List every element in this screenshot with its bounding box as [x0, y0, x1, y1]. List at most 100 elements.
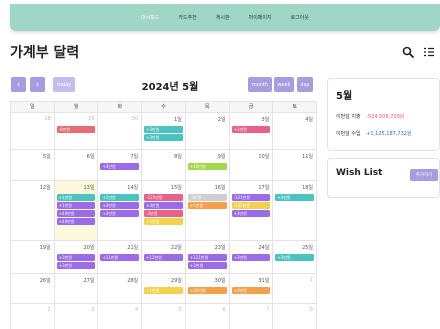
- day-cell[interactable]: 18일 +3만원: [273, 181, 318, 240]
- day-cell[interactable]: 15일 -121만원 +3만원 -3만원 +2만원: [142, 181, 186, 240]
- calendar-event[interactable]: +3만원: [231, 287, 271, 294]
- day-cell[interactable]: 29일 +1만원: [142, 274, 186, 303]
- calendar-event[interactable]: +2만원: [144, 218, 183, 225]
- nav-item-logout[interactable]: 로그아웃: [291, 14, 309, 21]
- day-cell[interactable]: 7: [230, 304, 274, 329]
- day-cell[interactable]: 5: [142, 304, 186, 329]
- calendar-event[interactable]: +3만원: [231, 210, 271, 217]
- calendar-event[interactable]: +1만원: [187, 202, 227, 209]
- day-cell[interactable]: 5일: [11, 150, 55, 180]
- day-cell[interactable]: 12일: [11, 181, 55, 240]
- calendar-event[interactable]: +3만원: [187, 262, 227, 269]
- day-cell[interactable]: 22일 +12만원: [142, 241, 186, 273]
- day-number: 3: [91, 307, 95, 313]
- week-view-button[interactable]: week: [274, 77, 294, 92]
- day-cell[interactable]: 13일 +1만원 +1만원 +44만원 +44만원: [54, 181, 99, 240]
- calendar-event[interactable]: +3만원: [100, 163, 140, 170]
- day-cell[interactable]: 2일: [186, 113, 230, 149]
- day-number: 16일: [214, 185, 226, 191]
- next-month-button[interactable]: ›: [30, 77, 45, 92]
- today-button[interactable]: today: [53, 77, 75, 92]
- day-cell[interactable]: 27일: [55, 274, 99, 303]
- event-list: -121만원 +3만원 -3만원 +2만원: [144, 194, 183, 225]
- day-view-button[interactable]: day: [297, 77, 313, 92]
- calendar-event[interactable]: +1만원: [56, 194, 96, 201]
- day-cell[interactable]: 6: [186, 304, 230, 329]
- calendar-event[interactable]: +1만원: [231, 126, 271, 133]
- calendar-event[interactable]: +121만원: [187, 254, 227, 261]
- day-number: 22일: [170, 245, 182, 251]
- wishlist-add-button[interactable]: 추가하기: [410, 169, 438, 181]
- income-value: +1,125,187,732원: [366, 131, 412, 137]
- day-cell[interactable]: 20일 +3만원 +3만원: [55, 241, 99, 273]
- day-cell[interactable]: 30일 +25만원: [186, 274, 230, 303]
- calendar-event[interactable]: +3만원: [275, 194, 315, 201]
- day-cell[interactable]: 16일 -3만원 +1만원: [186, 181, 230, 240]
- day-cell[interactable]: 2: [11, 304, 55, 329]
- day-cell[interactable]: 21일 +11만원: [98, 241, 143, 273]
- calendar-event[interactable]: +3만원: [231, 254, 271, 261]
- list-icon[interactable]: [423, 46, 435, 58]
- search-icon[interactable]: [402, 46, 414, 58]
- calendar-event[interactable]: +3만원: [144, 134, 183, 141]
- calendar-event[interactable]: +25만원: [187, 287, 227, 294]
- calendar-event[interactable]: +3만원: [144, 126, 183, 133]
- calendar-event[interactable]: +3만원: [56, 262, 96, 269]
- calendar-event[interactable]: +1만원: [56, 202, 96, 209]
- day-cell[interactable]: 8일: [142, 150, 186, 180]
- day-cell[interactable]: 14일 +1만원 +3만원 +3만원: [98, 181, 143, 240]
- nav-item-board[interactable]: 게시판: [216, 14, 230, 21]
- calendar-event[interactable]: +3만원: [100, 202, 140, 209]
- day-cell[interactable]: 29 -8만원: [55, 113, 99, 149]
- calendar-event[interactable]: +11만원: [100, 254, 140, 261]
- day-cell[interactable]: 7일 +3만원: [98, 150, 143, 180]
- day-cell[interactable]: 28일: [98, 274, 143, 303]
- day-cell[interactable]: 9일 +10만원: [186, 150, 230, 180]
- day-cell[interactable]: 1: [273, 274, 318, 303]
- day-cell[interactable]: 6일: [55, 150, 99, 180]
- day-cell[interactable]: 19일: [11, 241, 55, 273]
- calendar-event[interactable]: -8만원: [56, 126, 96, 133]
- day-cell[interactable]: 31일 +3만원: [230, 274, 274, 303]
- day-cell[interactable]: 30: [98, 113, 143, 149]
- calendar-event[interactable]: +44만원: [56, 218, 96, 225]
- day-cell[interactable]: 11일: [273, 150, 318, 180]
- calendar-event[interactable]: +3만원: [275, 254, 315, 261]
- day-number: 8일: [174, 154, 182, 160]
- day-cell[interactable]: 10일: [230, 150, 274, 180]
- calendar-event[interactable]: +3만원: [144, 202, 183, 209]
- nav-item-card-recommend[interactable]: 카드추천: [178, 14, 196, 21]
- calendar-event[interactable]: +1만원: [144, 287, 183, 294]
- month-view-button[interactable]: month: [248, 77, 272, 92]
- calendar-event[interactable]: +12만원: [144, 254, 183, 261]
- day-cell[interactable]: 23일 +121만원 +3만원: [186, 241, 230, 273]
- day-number: 7일: [130, 154, 139, 160]
- calendar-event[interactable]: +10만원: [187, 163, 227, 170]
- calendar-event[interactable]: -121만원: [231, 194, 271, 201]
- calendar-event[interactable]: -121만원: [144, 194, 183, 201]
- day-cell[interactable]: 24일 +3만원: [230, 241, 274, 273]
- week-row: 12일 13일 +1만원 +1만원 +44만원 +44만원 14일 +1만원 +3만원 +3만원 1…: [11, 181, 318, 241]
- calendar-event[interactable]: -3만원: [187, 194, 227, 201]
- day-cell[interactable]: 26일: [11, 274, 55, 303]
- nav-item-dashboard[interactable]: 대시보드: [141, 14, 159, 21]
- day-cell[interactable]: 8: [273, 304, 318, 329]
- calendar-event[interactable]: +1만원: [100, 194, 140, 201]
- day-cell[interactable]: 4: [98, 304, 143, 329]
- nav-item-mypage[interactable]: 마이페이지: [249, 14, 272, 21]
- day-cell[interactable]: 4일: [273, 113, 318, 149]
- calendar-event[interactable]: -121만원: [231, 202, 271, 209]
- day-cell[interactable]: 25일 +3만원: [273, 241, 318, 273]
- chevron-right-icon: ›: [35, 79, 40, 90]
- day-cell[interactable]: 28: [11, 113, 55, 149]
- calendar-event[interactable]: +44만원: [56, 210, 96, 217]
- day-cell[interactable]: 1일 +3만원 +3만원: [142, 113, 186, 149]
- day-cell[interactable]: 17일 -121만원 -121만원 +3만원: [230, 181, 274, 240]
- prev-month-button[interactable]: ‹: [11, 77, 26, 92]
- calendar-event[interactable]: +3만원: [100, 210, 140, 217]
- calendar-event[interactable]: -3만원: [144, 210, 183, 217]
- calendar-event[interactable]: +3만원: [56, 254, 96, 261]
- day-cell[interactable]: 3일 +1만원: [230, 113, 274, 149]
- day-cell[interactable]: 3: [55, 304, 99, 329]
- event-list: +1만원: [231, 126, 271, 133]
